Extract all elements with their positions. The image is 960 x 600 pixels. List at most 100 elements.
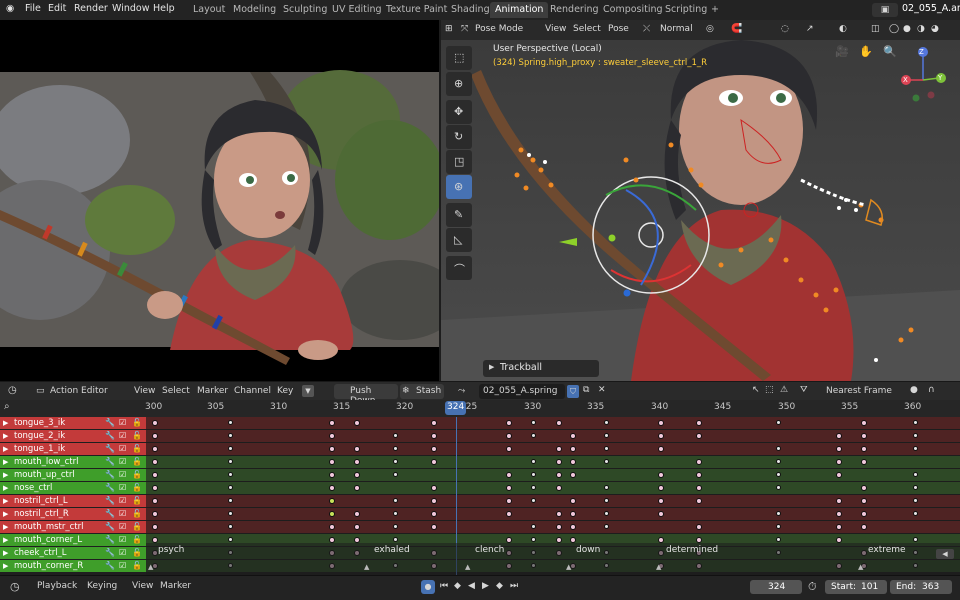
next-keyframe-icon[interactable]: ◆ [496,581,503,591]
keyframe[interactable] [393,524,398,529]
wrench-icon[interactable]: 🔧 [105,508,115,520]
keyframe[interactable] [354,446,360,452]
keyframe[interactable] [228,498,233,503]
keyframe[interactable] [913,485,918,490]
keyframe[interactable] [556,459,562,465]
frame-ruler[interactable]: ⌕ 300 305 310 315 320 325 330 335 340 34… [0,400,960,417]
tab-texture-paint[interactable]: Texture Paint [381,2,452,18]
camera-render-view[interactable] [0,20,439,381]
jump-start-icon[interactable]: ⏮ [440,581,448,591]
search-icon[interactable]: ⌕ [4,401,10,412]
keyframe[interactable] [506,420,512,426]
marker-triangle-icon[interactable]: ▲ [656,563,661,571]
action-icon[interactable]: ⤳ [458,386,465,396]
measure-tool[interactable]: ◺ [446,228,472,252]
keyframe[interactable] [556,420,562,426]
xray-icon[interactable]: ◫ [871,24,880,34]
checkbox-icon[interactable]: ☑ [119,534,126,546]
keyframe[interactable] [431,485,437,491]
channel-row[interactable]: ▶ nostril_ctrl_L 🔧 ☑ 🔓 [0,495,146,507]
menu-edit[interactable]: Edit [48,3,66,14]
summary-icon[interactable]: ⬚ [765,385,774,395]
channel-row[interactable]: ▶ cheek_ctrl_L 🔧 ☑ 🔓 [0,547,146,559]
keyframe[interactable] [152,524,158,530]
timeline-menu-keying[interactable]: Keying [87,581,117,591]
keyframe[interactable] [329,472,335,478]
keyframe[interactable] [836,524,842,530]
current-frame-indicator[interactable]: 324 [445,401,466,415]
keyframe[interactable] [913,446,918,451]
wrench-icon[interactable]: 🔧 [105,456,115,468]
keyframe[interactable] [604,524,609,529]
keyframe[interactable] [861,459,867,465]
keyframe[interactable] [354,420,360,426]
keyframe[interactable] [329,433,335,439]
timeline-menu-view[interactable]: View [132,581,153,591]
keyframe[interactable] [861,524,867,530]
keyframe[interactable] [913,433,918,438]
keyframe[interactable] [431,511,437,517]
current-frame-field[interactable]: 324 [750,580,802,594]
annotate-tool[interactable]: ✎ [446,203,472,227]
keyframe[interactable] [531,524,536,529]
checkbox-icon[interactable]: ☑ [119,482,126,494]
proportional-edit-icon[interactable]: ● [910,385,918,395]
keyframe[interactable] [913,420,918,425]
keyframe[interactable] [228,433,233,438]
keyframe[interactable] [861,498,867,504]
marker-label[interactable]: down [576,545,600,555]
shading-rendered-icon[interactable]: ◕ [931,24,939,34]
editor-mode-dropdown[interactable]: Action Editor [50,386,108,396]
channel-row[interactable]: ▶ tongue_3_ik 🔧 ☑ 🔓 [0,417,146,429]
timeline-menu-marker[interactable]: Marker [160,581,191,591]
shading-solid-icon[interactable]: ● [903,24,911,34]
keyframe[interactable] [393,511,398,516]
key-filter-icon[interactable]: ▼ [302,385,314,397]
ae-menu-channel[interactable]: Channel [234,386,271,396]
keyframe[interactable] [696,459,702,465]
keyframe[interactable] [393,472,398,477]
editor-type-icon[interactable]: ⊞ [445,24,453,34]
keyframe[interactable] [696,472,702,478]
keyframe[interactable] [658,420,664,426]
keyframe[interactable] [696,485,702,491]
keyframe[interactable] [556,446,562,452]
keyframe[interactable] [531,472,536,477]
duplicate-action-icon[interactable]: ⧉ [583,385,589,395]
keyframe[interactable] [228,459,233,464]
channel-row[interactable]: ▶ tongue_1_ik 🔧 ☑ 🔓 [0,443,146,455]
keyframe[interactable] [329,485,335,491]
keyframe[interactable] [354,472,360,478]
tab-shading[interactable]: Shading [446,2,495,18]
ae-menu-select[interactable]: Select [162,386,190,396]
keyframe[interactable] [329,511,335,517]
camera-view-icon[interactable]: 🎥 [835,45,849,58]
orientation-dropdown[interactable]: Normal [660,24,693,34]
prev-keyframe-icon[interactable]: ◆ [454,581,461,591]
keyframe[interactable] [354,459,360,465]
keyframe[interactable] [531,433,536,438]
timeline-menu-playback[interactable]: Playback [37,581,77,591]
snap-icon[interactable]: 🧲 [731,24,742,34]
checkbox-icon[interactable]: ☑ [119,456,126,468]
keyframe[interactable] [152,459,158,465]
keyframe[interactable] [658,433,664,439]
channel-row[interactable]: ▶ mouth_mstr_ctrl 🔧 ☑ 🔓 [0,521,146,533]
end-frame-field[interactable]: End: 363 [890,580,952,594]
keyframe[interactable] [152,485,158,491]
3d-viewport[interactable]: Z Y X ⊞ ⤧ Pose Mode View Select Pose ⤬ N… [441,20,960,381]
keyframe[interactable] [696,420,702,426]
lock-icon[interactable]: 🔓 [132,456,142,468]
keyframe[interactable] [556,524,562,530]
keyframe[interactable] [836,433,842,439]
marker-triangle-icon[interactable]: ▲ [858,563,863,571]
gizmo-toggle-icon[interactable]: ↗ [806,24,814,34]
play-icon[interactable]: ▶ [482,581,489,591]
checkbox-icon[interactable]: ☑ [119,469,126,481]
keyframe[interactable] [506,472,512,478]
wrench-icon[interactable]: 🔧 [105,417,115,429]
lock-icon[interactable]: 🔓 [132,495,142,507]
stash-button[interactable]: ❄ Stash [400,384,444,399]
checkbox-icon[interactable]: ☑ [119,495,126,507]
keyframe[interactable] [658,498,664,504]
